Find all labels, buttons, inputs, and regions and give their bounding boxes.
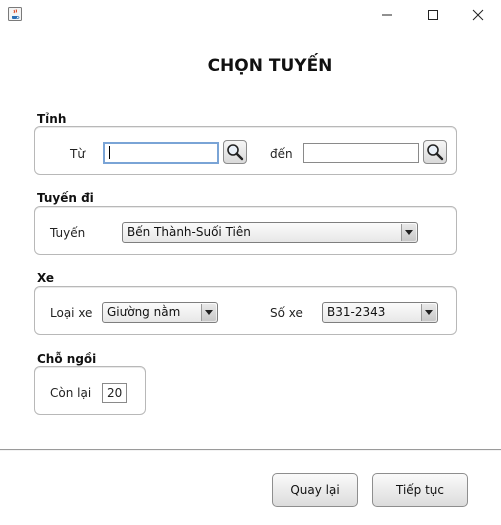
vehicle-type-dropdown-arrow[interactable]: [201, 304, 216, 321]
route-dropdown-arrow[interactable]: [401, 224, 416, 241]
footer-separator-highlight: [0, 450, 501, 451]
province-section-label: Tỉnh: [37, 112, 67, 126]
chevron-down-icon: [425, 310, 433, 315]
vehicle-type-label: Loại xe: [50, 306, 93, 320]
maximize-icon: [428, 10, 438, 20]
to-label: đến: [270, 147, 293, 161]
text-caret: [109, 146, 110, 159]
vehicle-number-dropdown-arrow[interactable]: [421, 304, 436, 321]
province-group: Từ đến: [34, 126, 457, 175]
vehicle-type-select[interactable]: Giường nằm: [102, 302, 218, 323]
from-province-input[interactable]: [103, 142, 219, 164]
close-button[interactable]: [455, 0, 501, 30]
to-search-button[interactable]: [423, 140, 447, 164]
route-select[interactable]: Bến Thành-Suối Tiên: [122, 222, 418, 243]
vehicle-number-value: B31-2343: [327, 305, 386, 319]
close-icon: [472, 9, 484, 21]
back-button[interactable]: Quay lại: [272, 473, 358, 507]
route-select-value: Bến Thành-Suối Tiên: [127, 225, 251, 239]
remaining-seats-label: Còn lại: [50, 386, 92, 400]
vehicle-type-value: Giường nằm: [107, 305, 181, 319]
from-label: Từ: [70, 147, 85, 161]
chevron-down-icon: [405, 230, 413, 235]
to-province-input[interactable]: [303, 143, 419, 163]
minimize-icon: [382, 14, 392, 16]
minimize-button[interactable]: [364, 0, 410, 30]
route-section-label: Tuyến đi: [37, 191, 94, 205]
next-button[interactable]: Tiếp tục: [372, 473, 468, 507]
java-cup-icon: [8, 7, 22, 21]
seats-group: Còn lại 20: [34, 366, 146, 415]
title-bar: [0, 0, 501, 30]
chevron-down-icon: [205, 310, 213, 315]
seats-section-label: Chỗ ngồi: [37, 352, 97, 366]
remaining-seats-value: 20: [107, 386, 123, 400]
vehicle-group: Loại xe Giường nằm Số xe B31-2343: [34, 286, 457, 335]
search-icon: [427, 144, 444, 161]
remaining-seats-field[interactable]: 20: [102, 383, 127, 403]
vehicle-section-label: Xe: [37, 271, 55, 285]
route-label: Tuyến: [50, 226, 86, 240]
from-search-button[interactable]: [223, 140, 247, 164]
vehicle-number-select[interactable]: B31-2343: [322, 302, 438, 323]
route-group: Tuyến Bến Thành-Suối Tiên: [34, 206, 457, 255]
maximize-button[interactable]: [410, 0, 456, 30]
search-icon: [227, 144, 244, 161]
dialog-title: CHỌN TUYẾN: [207, 56, 333, 76]
vehicle-number-label: Số xe: [270, 306, 303, 320]
